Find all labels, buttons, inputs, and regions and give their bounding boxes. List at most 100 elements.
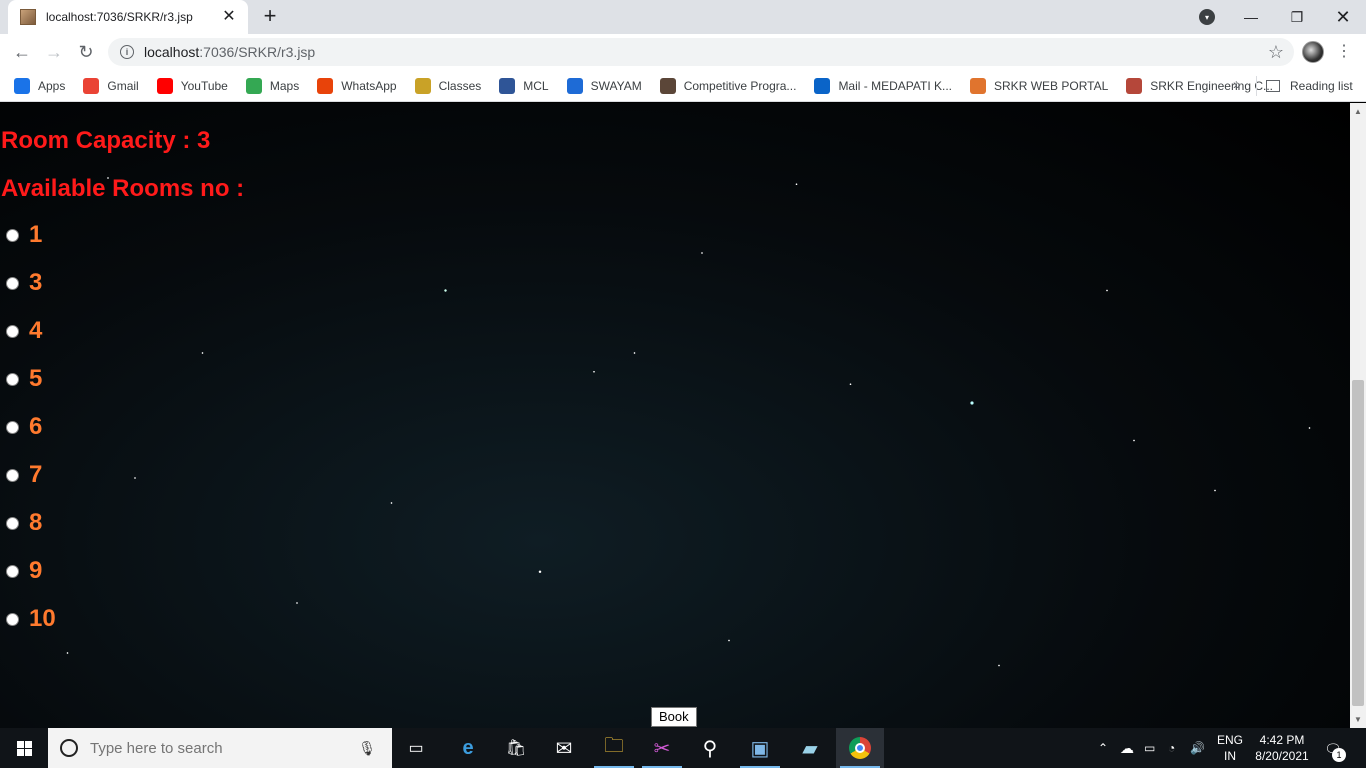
clock-time: 4:42 PM (1259, 733, 1305, 747)
bookmark-item[interactable]: SRKR WEB PORTAL (970, 74, 1108, 98)
mcl-icon (499, 77, 516, 94)
room-number-label: 8 (29, 509, 43, 536)
mail-icon[interactable]: ✉ (540, 728, 588, 768)
room-radio-button[interactable] (6, 228, 19, 242)
cortana-icon (60, 739, 78, 757)
windows-logo-icon (16, 740, 32, 756)
wifi-icon[interactable]: ◔ (1168, 728, 1175, 768)
store-icon[interactable]: 🛍 (492, 728, 540, 768)
room-radio-button[interactable] (6, 372, 19, 386)
reload-button[interactable]: ↻ (72, 38, 100, 66)
bookmark-item[interactable]: WhatsApp (317, 74, 397, 98)
room-radio-button[interactable] (6, 612, 19, 626)
bookmark-label: SWAYAM (590, 78, 642, 93)
room-option[interactable]: 10 (6, 605, 56, 633)
chrome-icon[interactable] (836, 728, 884, 768)
action-center-icon[interactable]: 🗨 1 (1318, 736, 1348, 762)
scroll-down-icon[interactable]: ▼ (1354, 715, 1362, 724)
show-hidden-icons[interactable]: ⌃ (1098, 728, 1108, 768)
reading-list-label: Reading list (1290, 79, 1353, 93)
room-radio-button[interactable] (6, 276, 19, 290)
onedrive-icon[interactable]: ☁ (1120, 728, 1134, 768)
tab-search-icon[interactable]: ▾ (1199, 9, 1215, 25)
profile-avatar[interactable] (1302, 41, 1324, 63)
bookmark-item[interactable]: MCL (499, 74, 549, 98)
room-number-label: 6 (29, 413, 43, 440)
page-scrollbar[interactable]: ▲ ▼ (1350, 103, 1366, 728)
room-option[interactable]: 3 (6, 269, 42, 297)
magnifier-icon[interactable]: ⚲ (686, 728, 734, 768)
bookmark-item[interactable]: Apps (14, 74, 65, 98)
volume-icon[interactable]: 🔊 (1190, 728, 1205, 768)
maps-pin-icon (245, 77, 262, 94)
bookmark-item[interactable]: Maps (245, 74, 299, 98)
more-bookmarks-icon[interactable]: » (1233, 76, 1241, 92)
notification-count-badge: 1 (1332, 748, 1346, 762)
tab-strip: localhost:7036/SRKR/r3.jsp ✕ + ▾ — ❐ ✕ (0, 0, 1366, 34)
snipping-tool-icon[interactable]: ✂ (638, 728, 686, 768)
browser-tab-active[interactable]: localhost:7036/SRKR/r3.jsp ✕ (8, 0, 248, 34)
system-clock[interactable]: 4:42 PM 8/20/2021 (1252, 732, 1312, 764)
bookmark-label: Competitive Progra... (683, 78, 797, 93)
close-tab-icon[interactable]: ✕ (220, 8, 238, 26)
bookmark-item[interactable]: SWAYAM (566, 74, 642, 98)
region-code: IN (1224, 749, 1236, 763)
room-radio-button[interactable] (6, 564, 19, 578)
clock-date: 8/20/2021 (1255, 749, 1309, 763)
notes-app-icon[interactable]: ▰ (786, 728, 834, 768)
bookmark-item[interactable]: Mail - MEDAPATI K... (814, 74, 952, 98)
bookmark-item[interactable]: YouTube (156, 74, 228, 98)
restore-button[interactable]: ❐ (1274, 0, 1320, 34)
bookmark-item[interactable]: Competitive Progra... (659, 74, 797, 98)
battery-icon[interactable]: ▭ (1144, 728, 1155, 768)
microphone-icon[interactable]: 🎙 (358, 740, 376, 757)
bookmark-item[interactable]: Gmail (83, 74, 139, 98)
bookmarks-bar: Apps Gmail YouTube Maps WhatsApp Classes MCL SW… (0, 70, 1366, 102)
room-option[interactable]: 9 (6, 557, 42, 585)
site-info-icon[interactable]: i (120, 45, 134, 59)
reading-list-icon (1266, 80, 1280, 92)
room-radio-button[interactable] (6, 324, 19, 338)
file-explorer-icon[interactable]: 🗀 (590, 728, 638, 768)
taskbar-search-input[interactable] (90, 739, 350, 757)
minimize-button[interactable]: — (1228, 0, 1274, 34)
room-option[interactable]: 8 (6, 509, 42, 537)
gmail-icon (83, 77, 100, 94)
outlook-icon (814, 77, 831, 94)
url-host: localhost (144, 44, 200, 60)
room-option[interactable]: 7 (6, 461, 42, 489)
room-number-label: 5 (29, 365, 43, 392)
browser-toolbar: ← → ↻ i localhost:7036/SRKR/r3.jsp ☆ ⋮ (0, 34, 1366, 70)
mysql-workbench-icon[interactable]: ▣ (736, 728, 784, 768)
task-view-icon[interactable]: ▭ (392, 728, 440, 768)
room-radio-button[interactable] (6, 516, 19, 530)
room-option[interactable]: 5 (6, 365, 42, 393)
swayam-icon (566, 77, 583, 94)
scroll-up-icon[interactable]: ▲ (1354, 107, 1362, 116)
back-button[interactable]: ← (8, 38, 36, 66)
room-option[interactable]: 1 (6, 221, 42, 249)
room-option[interactable]: 6 (6, 413, 42, 441)
srkr-college-icon (1126, 77, 1143, 94)
forward-button[interactable]: → (40, 38, 68, 66)
new-tab-button[interactable]: + (258, 5, 282, 29)
bookmark-star-icon[interactable]: ☆ (1268, 42, 1284, 63)
classroom-icon (414, 77, 431, 94)
start-button[interactable] (0, 728, 48, 768)
address-bar[interactable]: i localhost:7036/SRKR/r3.jsp ☆ (108, 38, 1294, 66)
bookmark-item[interactable]: Classes (414, 74, 482, 98)
room-option[interactable]: 4 (6, 317, 42, 345)
taskbar-search[interactable]: 🎙 (48, 728, 392, 768)
edge-icon[interactable]: e (444, 728, 492, 768)
bookmark-label: Classes (438, 78, 482, 93)
room-radio-button[interactable] (6, 468, 19, 482)
browser-menu-icon[interactable]: ⋮ (1336, 40, 1352, 64)
room-radio-button[interactable] (6, 420, 19, 434)
reading-list-button[interactable]: Reading list (1266, 74, 1353, 98)
input-language[interactable]: ENG IN (1214, 732, 1246, 764)
bookmark-item[interactable]: SRKR Engineering C... (1126, 74, 1273, 98)
close-window-button[interactable]: ✕ (1320, 0, 1366, 34)
scroll-thumb[interactable] (1352, 380, 1364, 706)
url-text[interactable]: localhost:7036/SRKR/r3.jsp (144, 44, 1268, 60)
bookmark-label: MCL (523, 78, 549, 93)
